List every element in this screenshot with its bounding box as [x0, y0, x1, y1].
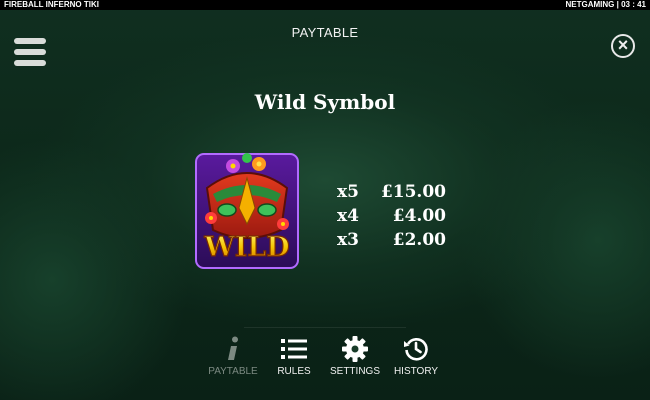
- nav-history[interactable]: HISTORY: [386, 335, 446, 377]
- nav-label: PAYTABLE: [208, 366, 258, 377]
- nav-rules[interactable]: RULES: [264, 335, 324, 377]
- game-name: FIREBALL INFERNO TIKI: [4, 0, 99, 9]
- hamburger-menu-button[interactable]: [14, 38, 46, 72]
- close-icon: ×: [617, 35, 629, 55]
- match-count: x4: [337, 206, 359, 226]
- nav-settings[interactable]: SETTINGS: [325, 335, 385, 377]
- nav-label: HISTORY: [393, 366, 439, 377]
- payout-amount: £15.00: [380, 182, 446, 202]
- wild-symbol-label: WILD: [203, 232, 289, 263]
- list-icon: [281, 339, 307, 359]
- gear-icon: [342, 336, 368, 362]
- menu-icon-bar: [14, 60, 46, 66]
- bottom-nav: PAYTABLE RULES SETTINGS HISTORY: [200, 335, 450, 380]
- page-title: PAYTABLE: [291, 25, 359, 40]
- info-icon: [228, 336, 238, 360]
- match-count: x3: [337, 230, 359, 250]
- history-icon: [404, 338, 428, 361]
- payout-row: x4 £4.00: [337, 206, 457, 230]
- nav-paytable[interactable]: PAYTABLE: [203, 335, 263, 377]
- nav-divider: [244, 327, 406, 328]
- operator-clock: NETGAMING | 03 : 41: [565, 0, 646, 9]
- payout-list: x5 £15.00 x4 £4.00 x3 £2.00: [337, 182, 457, 254]
- close-button[interactable]: ×: [611, 34, 635, 58]
- payout-row: x5 £15.00: [337, 182, 457, 206]
- menu-icon-bar: [14, 49, 46, 55]
- nav-label: SETTINGS: [329, 366, 380, 377]
- status-bar: FIREBALL INFERNO TIKI NETGAMING | 03 : 4…: [0, 0, 650, 10]
- match-count: x5: [337, 182, 359, 202]
- wild-symbol-icon: WILD: [195, 153, 299, 269]
- nav-label: RULES: [277, 366, 311, 377]
- symbol-heading: Wild Symbol: [254, 90, 396, 114]
- payout-amount: £4.00: [392, 206, 446, 226]
- payout-amount: £2.00: [392, 230, 446, 250]
- payout-row: x3 £2.00: [337, 230, 457, 254]
